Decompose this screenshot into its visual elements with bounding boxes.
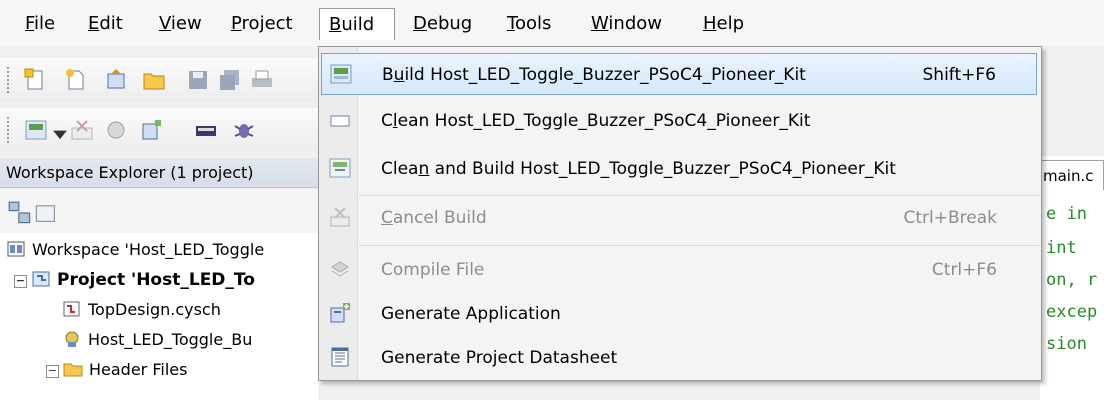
- print-icon[interactable]: [250, 68, 274, 92]
- add-item-icon[interactable]: [104, 68, 128, 92]
- menu-item-compile-file[interactable]: Compile File Ctrl+F6: [321, 249, 1037, 291]
- open-folder-icon[interactable]: [142, 68, 166, 92]
- collapse-all-icon[interactable]: [8, 201, 31, 224]
- menu-item-label: Clean and Build Host_LED_Toggle_Buzzer_P…: [381, 159, 896, 179]
- new-project-icon[interactable]: [24, 68, 48, 92]
- standard-toolbar: [0, 58, 318, 102]
- generate-application-icon: [329, 302, 351, 324]
- workspace-tree: Workspace 'Host_LED_Toggle − Project 'Hos…: [0, 233, 318, 400]
- menu-file[interactable]: File: [16, 8, 64, 40]
- debug-icon[interactable]: [232, 118, 256, 142]
- workspace-toolbar: [0, 189, 318, 233]
- code-line: excep: [1046, 302, 1098, 322]
- tree-item-cydwr[interactable]: Host_LED_Toggle_Bu: [62, 327, 252, 353]
- save-all-icon[interactable]: [218, 68, 242, 92]
- menu-edit[interactable]: Edit: [79, 8, 132, 40]
- build-menu-dropdown: Build Host_LED_Toggle_Buzzer_PSoC4_Pione…: [318, 46, 1042, 381]
- build-icon: [330, 63, 352, 85]
- menu-item-clean-and-build[interactable]: Clean and Build Host_LED_Toggle_Buzzer_P…: [321, 148, 1037, 190]
- build-icon[interactable]: [24, 118, 48, 142]
- menu-item-generate-project-datasheet[interactable]: Generate Project Datasheet: [321, 337, 1037, 379]
- toolbar-grip[interactable]: [6, 116, 10, 144]
- tab-main-c[interactable]: main.c: [1040, 160, 1104, 190]
- tree-item-project[interactable]: − Project 'Host_LED_To: [14, 267, 255, 293]
- cydwr-icon: [62, 329, 82, 349]
- code-line: on, r: [1046, 270, 1098, 290]
- code-line: sion: [1046, 334, 1087, 354]
- cancel-build-icon[interactable]: [70, 118, 94, 142]
- workspace-explorer-title: Workspace Explorer (1 project): [6, 163, 254, 182]
- code-line: e in: [1046, 204, 1087, 224]
- collapse-toggle[interactable]: −: [14, 275, 27, 288]
- menu-item-build-project[interactable]: Build Host_LED_Toggle_Buzzer_PSoC4_Pione…: [321, 53, 1037, 95]
- menu-separator: [359, 195, 1039, 196]
- schematic-icon: [62, 299, 82, 319]
- menu-project[interactable]: Project: [222, 8, 302, 40]
- menu-item-shortcut: Shift+F6: [922, 65, 996, 85]
- build-toolbar: [0, 108, 318, 152]
- menu-item-shortcut: Ctrl+Break: [903, 208, 998, 228]
- folder-icon: [63, 359, 83, 379]
- menu-item-generate-application[interactable]: Generate Application: [321, 293, 1037, 335]
- menu-item-clean-project[interactable]: Clean Host_LED_Toggle_Buzzer_PSoC4_Pione…: [321, 100, 1037, 142]
- menu-tools[interactable]: Tools: [498, 8, 560, 40]
- menu-bar: File Edit View Project Build Debug Tools…: [0, 0, 1104, 46]
- datasheet-icon: [329, 346, 351, 368]
- clean-build-icon: [329, 157, 351, 179]
- program-icon[interactable]: [194, 118, 218, 142]
- generate-application-icon[interactable]: [140, 118, 164, 142]
- workspace-icon: [6, 239, 26, 259]
- menu-window[interactable]: Window: [582, 8, 671, 40]
- compile-file-icon: [329, 258, 351, 280]
- cancel-build-icon: [329, 206, 351, 228]
- menu-debug[interactable]: Debug: [404, 8, 481, 40]
- workspace-explorer-header: Workspace Explorer (1 project): [0, 158, 318, 188]
- menu-item-label: Generate Application: [381, 304, 561, 324]
- toolbar-grip[interactable]: [6, 66, 10, 94]
- menu-item-label: Build Host_LED_Toggle_Buzzer_PSoC4_Pione…: [382, 65, 806, 85]
- tree-item-workspace[interactable]: Workspace 'Host_LED_Toggle: [6, 237, 264, 263]
- menu-item-label: Cancel Build: [381, 208, 487, 228]
- tree-item-header-files[interactable]: − Header Files: [46, 357, 187, 383]
- menu-item-label: Generate Project Datasheet: [381, 348, 618, 368]
- code-line: int: [1046, 238, 1077, 258]
- project-icon: [31, 269, 51, 289]
- menu-build[interactable]: Build: [319, 8, 395, 40]
- menu-item-label: Compile File: [381, 260, 485, 280]
- menu-help[interactable]: Help: [694, 8, 753, 40]
- menu-view[interactable]: View: [150, 8, 211, 40]
- menu-separator: [359, 245, 1039, 246]
- view-icon[interactable]: [34, 201, 55, 222]
- chevron-down-icon[interactable]: [48, 122, 67, 140]
- new-file-icon[interactable]: [64, 68, 88, 92]
- save-icon[interactable]: [186, 68, 210, 92]
- compile-icon[interactable]: [104, 118, 128, 142]
- menu-item-shortcut: Ctrl+F6: [931, 260, 997, 280]
- menu-item-label: Clean Host_LED_Toggle_Buzzer_PSoC4_Pione…: [381, 111, 811, 131]
- collapse-toggle[interactable]: −: [46, 365, 59, 378]
- clean-icon: [329, 109, 351, 131]
- tree-item-topdesign[interactable]: TopDesign.cysch: [62, 297, 221, 323]
- menu-item-cancel-build[interactable]: Cancel Build Ctrl+Break: [321, 197, 1037, 239]
